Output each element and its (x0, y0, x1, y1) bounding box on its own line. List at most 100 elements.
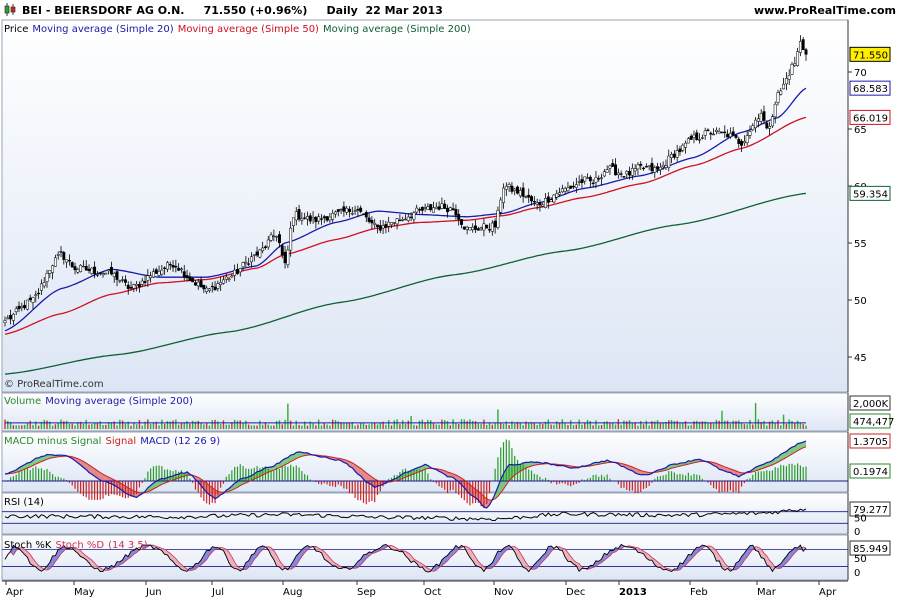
candle (76, 269, 80, 273)
candle (510, 185, 514, 192)
candle (712, 133, 716, 136)
candle (95, 274, 99, 276)
candle (143, 281, 147, 283)
x-tick-label: Sep (357, 587, 376, 598)
candle (616, 172, 620, 176)
candle (689, 135, 693, 140)
candle (255, 251, 259, 256)
candle (308, 215, 312, 222)
candle (67, 260, 71, 262)
candle (137, 284, 141, 288)
candle (790, 64, 794, 75)
candle (297, 209, 301, 220)
candle (742, 141, 746, 144)
candle (314, 216, 318, 223)
candle (252, 254, 256, 256)
candle (188, 276, 192, 281)
candle (488, 229, 491, 231)
x-tick-label: May (74, 587, 95, 598)
candle (684, 142, 688, 148)
candle (633, 168, 637, 172)
candle (507, 184, 511, 188)
candle (734, 135, 738, 138)
candle (770, 116, 774, 127)
y-tick-label: 65 (854, 125, 867, 136)
candle (303, 217, 307, 219)
candle (782, 84, 786, 90)
candle (420, 207, 424, 211)
candle (163, 267, 167, 269)
candle (451, 208, 455, 210)
candle (454, 209, 458, 216)
candle (474, 225, 477, 230)
candle (628, 171, 632, 176)
candle (104, 272, 108, 275)
candle (737, 138, 741, 144)
candle (238, 268, 242, 273)
candle (25, 299, 29, 310)
candle (706, 129, 710, 131)
candle (423, 207, 427, 209)
rsi-tick-50: 50 (854, 513, 867, 524)
candle (109, 266, 113, 275)
candle (168, 263, 172, 266)
candle (569, 185, 573, 189)
candle (765, 122, 769, 129)
candle (726, 133, 730, 138)
candle (563, 188, 567, 192)
candle (292, 217, 295, 226)
candle (300, 218, 304, 221)
candle (115, 271, 119, 280)
candle (213, 286, 217, 291)
price-tag-ma50: 66.019 (853, 113, 888, 124)
candle (530, 196, 533, 202)
candle (171, 264, 175, 268)
candle (580, 179, 584, 183)
candle (331, 213, 335, 220)
candle (804, 49, 808, 55)
x-tick-label: Dec (566, 587, 585, 598)
candle (630, 168, 634, 176)
candle (53, 257, 57, 267)
candle (434, 206, 438, 210)
candle (566, 187, 570, 192)
volume-legend: Volume Moving average (Simple 200) (4, 396, 193, 407)
candle (70, 262, 74, 268)
candle (247, 263, 251, 265)
candle (462, 226, 466, 230)
candle (720, 131, 724, 134)
candle (140, 280, 144, 285)
candle (219, 282, 223, 285)
candle (93, 266, 97, 275)
candle (516, 186, 519, 194)
candle (745, 135, 749, 143)
candle (675, 150, 679, 158)
candle (210, 285, 214, 288)
candle (45, 273, 49, 282)
candle (504, 185, 508, 190)
candle (653, 167, 657, 173)
x-tick-label: Feb (690, 587, 708, 598)
candle (339, 208, 343, 211)
candle (269, 234, 273, 241)
stoch-tick-50: 50 (854, 554, 867, 565)
candle (784, 78, 788, 85)
y-tick-label: 55 (854, 239, 867, 250)
candle (446, 207, 449, 213)
candle (87, 268, 91, 271)
candle (552, 194, 556, 203)
candle (17, 305, 21, 310)
candle (754, 119, 758, 128)
candle (224, 276, 228, 280)
legend-stoch-params: (14 3 5) (108, 540, 148, 551)
candle (129, 286, 133, 289)
candle (740, 140, 744, 146)
candle (499, 199, 503, 213)
candle (381, 225, 385, 229)
candle (686, 138, 690, 144)
candle (90, 267, 94, 274)
candle (275, 236, 279, 238)
candle (59, 251, 63, 253)
candle (560, 188, 564, 193)
candle (793, 63, 797, 66)
